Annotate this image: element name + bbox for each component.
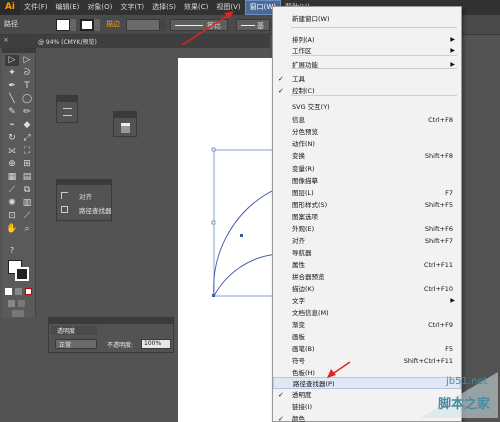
watermark-name: 脚本之家 [438, 397, 491, 412]
arrow-to-window-menu [181, 11, 234, 46]
watermark-domain: jb51.net [446, 376, 488, 387]
annotation-arrows [181, 11, 351, 378]
watermark: jb51.net 脚本之家 [410, 366, 500, 422]
arrow-to-pathfinder-item [327, 361, 351, 378]
